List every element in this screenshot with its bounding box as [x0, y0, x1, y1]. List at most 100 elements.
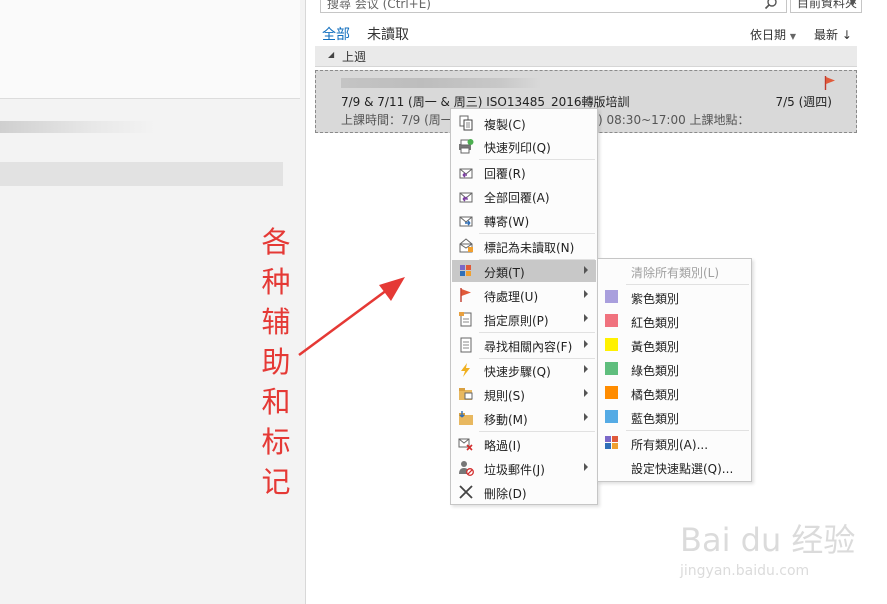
- sort-order-label: 最新: [814, 28, 839, 42]
- submenu-arrow-icon: [584, 314, 588, 322]
- menu-separator: [479, 233, 595, 234]
- menu-item-ignore[interactable]: 略過(I): [452, 433, 596, 455]
- menu-item-follow-up[interactable]: 待處理(U): [452, 284, 596, 306]
- message-preview: 上課時間：7/9 (周一: [341, 113, 453, 127]
- print-icon: [459, 139, 474, 154]
- menu-item-move[interactable]: 移動(M): [452, 407, 596, 429]
- submenu-arrow-icon: [584, 463, 588, 471]
- submenu-arrow-icon: [584, 413, 588, 421]
- submenu-item-clear-categories: 清除所有類別(L): [599, 260, 750, 282]
- menu-separator: [626, 430, 749, 431]
- menu-item-label: 略過(I): [484, 439, 521, 453]
- green-swatch-icon: [605, 362, 618, 375]
- menu-item-label: 轉寄(W): [484, 215, 530, 229]
- group-label: 上週: [342, 50, 367, 64]
- category-submenu: 清除所有類別(L) 紫色類別 紅色類別 黃色類別 綠色類別 橘色類別 藍色類別 …: [597, 258, 752, 482]
- search-scope-dropdown[interactable]: 目前資料夾 ▼: [790, 0, 862, 13]
- context-menu: 複製(C) 快速列印(Q) 回覆(R) 全部回覆(A) 轉寄(W) 標記為未讀取…: [450, 108, 598, 505]
- annotation-char: 种: [261, 265, 291, 299]
- submenu-arrow-icon: [584, 365, 588, 373]
- junk-icon: [459, 461, 474, 476]
- submenu-item-label: 藍色類別: [631, 412, 680, 426]
- menu-item-categorize[interactable]: 分類(T): [452, 260, 596, 282]
- submenu-item-label: 黃色類別: [631, 340, 680, 354]
- reply-all-icon: [459, 192, 473, 203]
- selected-folder-item[interactable]: [0, 162, 283, 186]
- menu-item-label: 回覆(R): [484, 167, 526, 181]
- collapse-triangle-icon[interactable]: ◢: [328, 50, 334, 59]
- annotation-char: 辅: [261, 305, 291, 339]
- submenu-item-set-quick-click[interactable]: 設定快速點選(Q)...: [599, 456, 750, 478]
- menu-item-label: 複製(C): [484, 118, 526, 132]
- search-icon[interactable]: [764, 0, 778, 10]
- search-placeholder: 搜尋 会议 (Ctrl+E): [327, 0, 431, 11]
- watermark: Bai du 经验 jingyan.baidu.com: [680, 515, 855, 585]
- menu-separator: [626, 284, 749, 285]
- flag-icon: [460, 288, 471, 302]
- submenu-item-label: 設定快速點選(Q)...: [631, 462, 734, 476]
- submenu-item-blue-category[interactable]: 藍色類別: [599, 406, 750, 428]
- submenu-item-label: 綠色類別: [631, 364, 680, 378]
- submenu-item-yellow-category[interactable]: 黃色類別: [599, 334, 750, 356]
- menu-item-reply[interactable]: 回覆(R): [452, 161, 596, 183]
- sort-by-dropdown[interactable]: 依日期 ▼: [750, 26, 796, 43]
- submenu-item-red-category[interactable]: 紅色類別: [599, 310, 750, 332]
- menu-item-label: 分類(T): [484, 266, 525, 280]
- submenu-arrow-icon: [584, 290, 588, 298]
- policy-icon: [459, 312, 472, 327]
- menu-item-mark-unread[interactable]: 標記為未讀取(N): [452, 235, 596, 257]
- menu-item-forward[interactable]: 轉寄(W): [452, 209, 596, 231]
- menu-separator: [479, 159, 595, 160]
- blurred-folder-item[interactable]: [0, 121, 155, 133]
- message-date: 7/5 (週四): [775, 95, 833, 109]
- annotation-arrow-icon: [298, 277, 405, 357]
- submenu-item-orange-category[interactable]: 橘色類別: [599, 382, 750, 404]
- menu-item-label: 移動(M): [484, 413, 528, 427]
- menu-separator: [479, 332, 595, 333]
- delete-icon: [459, 485, 473, 499]
- menu-item-reply-all[interactable]: 全部回覆(A): [452, 185, 596, 207]
- menu-item-label: 垃圾郵件(J): [484, 463, 545, 477]
- rules-icon: [459, 388, 473, 400]
- menu-item-quick-steps[interactable]: 快速步驟(Q): [452, 359, 596, 381]
- submenu-item-green-category[interactable]: 綠色類別: [599, 358, 750, 380]
- find-related-icon: [460, 337, 472, 353]
- filter-all-tab[interactable]: 全部: [322, 24, 350, 44]
- annotation-char: 各: [261, 225, 291, 259]
- arrow-down-icon: ↓: [841, 28, 852, 42]
- search-box[interactable]: 搜尋 会议 (Ctrl+E): [320, 0, 787, 13]
- submenu-item-label: 清除所有類別(L): [631, 266, 720, 280]
- watermark-url: jingyan.baidu.com: [680, 563, 810, 579]
- submenu-item-purple-category[interactable]: 紫色類別: [599, 286, 750, 308]
- yellow-swatch-icon: [605, 338, 618, 351]
- categorize-icon: [605, 436, 618, 449]
- message-preview-end: ) 08:30~17:00 上課地點：: [598, 113, 750, 127]
- menu-item-quick-print[interactable]: 快速列印(Q): [452, 135, 596, 157]
- menu-item-find-related[interactable]: 尋找相關內容(F): [452, 334, 596, 356]
- watermark-brand: Bai du 经验: [680, 521, 856, 559]
- menu-item-label: 待處理(U): [484, 290, 539, 304]
- filter-unread-tab[interactable]: 未讀取: [367, 24, 409, 44]
- menu-item-delete[interactable]: 刪除(D): [452, 481, 596, 503]
- submenu-item-all-categories[interactable]: 所有類別(A)...: [599, 432, 750, 454]
- annotation-text: 各 种 辅 助 和 标 记: [258, 222, 294, 502]
- search-scope-label: 目前資料夾: [797, 0, 858, 10]
- copy-icon: [459, 115, 473, 131]
- sort-order-toggle[interactable]: 最新 ↓: [814, 26, 852, 43]
- chevron-down-icon: ▼: [849, 0, 856, 7]
- mark-unread-icon: [459, 238, 473, 253]
- menu-item-assign-policy[interactable]: 指定原則(P): [452, 308, 596, 330]
- flag-icon[interactable]: [824, 76, 836, 90]
- move-icon: [459, 411, 473, 425]
- annotation-char: 助: [261, 345, 291, 379]
- menu-item-label: 全部回覆(A): [484, 191, 550, 205]
- blue-swatch-icon: [605, 410, 618, 423]
- categorize-icon: [460, 265, 471, 276]
- submenu-item-label: 橘色類別: [631, 388, 680, 402]
- menu-item-copy[interactable]: 複製(C): [452, 112, 596, 134]
- menu-item-rules[interactable]: 規則(S): [452, 383, 596, 405]
- submenu-item-label: 所有類別(A)...: [631, 438, 709, 452]
- submenu-arrow-icon: [584, 266, 588, 274]
- group-header[interactable]: ◢ 上週: [315, 46, 857, 67]
- menu-item-junk[interactable]: 垃圾郵件(J): [452, 457, 596, 479]
